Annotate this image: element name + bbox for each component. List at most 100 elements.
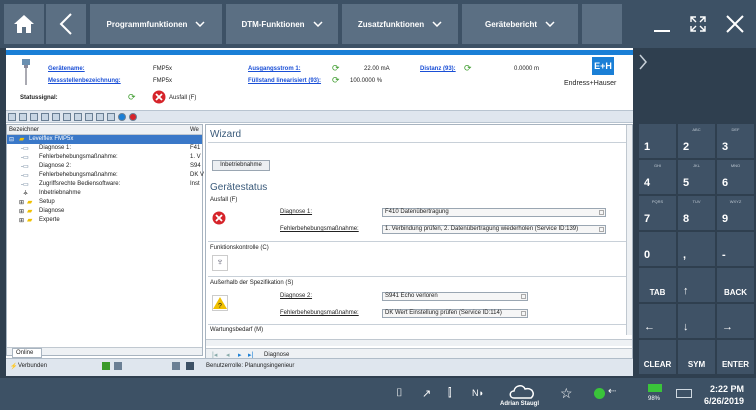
tree-item[interactable]: -▭ Diagnose 1: F41 bbox=[7, 144, 202, 153]
fuellstand-label[interactable]: Füllstand linearisiert (93): bbox=[248, 78, 321, 84]
keypad-key[interactable]: 1 bbox=[639, 124, 676, 158]
chevron-right-icon[interactable] bbox=[638, 54, 648, 70]
refresh-icon[interactable]: ⟳ bbox=[332, 63, 340, 74]
nfc-icon[interactable]: N◗ bbox=[472, 388, 484, 398]
tree-item[interactable]: -▭ Fehlerbehebungsmaßnahme: DK V bbox=[7, 171, 204, 180]
dtm-toolbar bbox=[6, 110, 633, 123]
ausgangsstrom-label[interactable]: Ausgangsstrom 1: bbox=[248, 66, 301, 72]
tree-item[interactable]: -▭ Fehlerbehebungsmaßnahme: 1. V bbox=[7, 153, 202, 162]
content-panel: Wizard Inbetriebnahme Gerätestatus Ausfa… bbox=[205, 124, 633, 372]
keypad-key[interactable]: 0 bbox=[639, 232, 676, 266]
geraetebericht-menu[interactable]: Gerätebericht bbox=[462, 4, 578, 44]
keypad-key[interactable]: - bbox=[717, 232, 754, 266]
key-letters: ABC bbox=[692, 127, 701, 132]
key-letters: PQRS bbox=[651, 199, 664, 204]
toolbar-icon[interactable] bbox=[41, 113, 49, 121]
column-header-wert[interactable]: We bbox=[190, 127, 199, 133]
programmfunktionen-menu[interactable]: Programmfunktionen bbox=[90, 4, 222, 44]
cloud-icon[interactable] bbox=[508, 382, 538, 400]
minimize-button[interactable] bbox=[646, 4, 678, 44]
toolbar-icon[interactable] bbox=[63, 113, 71, 121]
fix2-field[interactable]: DK Wert Einstellung prüfen (Service ID:1… bbox=[382, 309, 528, 318]
onscreen-keypad: 1 ABC 2 DEF 3 GHI 4 JKL 5 MNO 6 PQRS 7 TUV 8 WXYZ 9 0, - TA… bbox=[639, 124, 756, 376]
toolbar-icon[interactable] bbox=[85, 113, 93, 121]
back-button[interactable] bbox=[46, 4, 86, 44]
minimize-icon bbox=[654, 30, 670, 32]
statussignal-label: Statussignal: bbox=[20, 95, 58, 101]
keypad-key[interactable]: , bbox=[678, 232, 715, 266]
keypad-key[interactable]: ↑ bbox=[678, 268, 715, 302]
app-window: { "toolbar":{"programm":"Programmfunktio… bbox=[0, 0, 756, 410]
horizontal-scrollbar[interactable] bbox=[206, 339, 632, 346]
zusatzfunktionen-menu[interactable]: Zusatzfunktionen bbox=[342, 4, 458, 44]
keypad-key[interactable]: TUV 8 bbox=[678, 196, 715, 230]
toolbar-icon[interactable] bbox=[96, 113, 104, 121]
keypad-key[interactable]: ↓ bbox=[678, 304, 715, 338]
tree-item[interactable]: ⊞ ▰ Diagnose bbox=[7, 207, 202, 216]
refresh-icon[interactable]: ⟳ bbox=[464, 63, 472, 74]
keypad-key[interactable]: SYM bbox=[678, 340, 715, 374]
fix2-label[interactable]: Fehlerbehebungsmaßnahme: bbox=[280, 310, 359, 316]
toolbar-icon[interactable] bbox=[52, 113, 60, 121]
distanz-label[interactable]: Distanz (93): bbox=[420, 66, 456, 72]
blank-button[interactable] bbox=[582, 4, 622, 44]
keypad-key[interactable]: → bbox=[717, 304, 754, 338]
keypad-key[interactable]: TAB bbox=[639, 268, 676, 302]
diagnose1-field[interactable]: F410 Datenübertragung bbox=[382, 208, 606, 217]
pen-icon[interactable]: ↗ bbox=[422, 387, 431, 400]
clip-icon[interactable]: ⫿ bbox=[448, 387, 452, 400]
expand-icon bbox=[690, 16, 706, 32]
refresh-icon[interactable]: ⟳ bbox=[128, 92, 136, 103]
fix1-field[interactable]: 1. Verbindung prüfen, 2. Datenübertragun… bbox=[382, 225, 606, 234]
chevron-left-icon bbox=[59, 13, 72, 35]
diagnose2-label[interactable]: Diagnose 2: bbox=[280, 293, 312, 299]
toolbar-icon[interactable] bbox=[8, 113, 16, 121]
diagnose1-label[interactable]: Diagnose 1: bbox=[280, 209, 312, 215]
keypad-key[interactable]: ENTER bbox=[717, 340, 754, 374]
toolbar-icon[interactable] bbox=[30, 113, 38, 121]
star-icon[interactable]: ☆ bbox=[560, 385, 573, 402]
info-icon[interactable] bbox=[118, 113, 126, 121]
usb-icon[interactable]: ⇠ bbox=[608, 386, 616, 397]
keypad-key[interactable]: MNO 6 bbox=[717, 160, 754, 194]
column-header-bezeichner[interactable]: Bezeichner bbox=[9, 127, 39, 133]
messstelle-label[interactable]: Messstellenbezeichnung: bbox=[48, 78, 121, 84]
vertical-scrollbar[interactable] bbox=[626, 125, 632, 335]
maximize-button[interactable] bbox=[682, 4, 714, 44]
inbetriebnahme-button[interactable]: Inbetriebnahme bbox=[212, 160, 270, 171]
dtm-funktionen-menu[interactable]: DTM-Funktionen bbox=[226, 4, 338, 44]
tree-item[interactable]: ⊞ ▰ Setup bbox=[7, 198, 202, 207]
close-button[interactable] bbox=[718, 4, 752, 44]
wartungsbedarf-heading: Wartungsbedarf (M) bbox=[210, 327, 264, 333]
refresh-icon[interactable]: ⟳ bbox=[332, 75, 340, 86]
toolbar-icon[interactable] bbox=[19, 113, 27, 121]
keypad-key[interactable]: GHI 4 bbox=[639, 160, 676, 194]
keypad-key[interactable]: CLEAR bbox=[639, 340, 676, 374]
tree-item[interactable]: -▭ Zugriffsrechte Bediensoftware: Inst bbox=[7, 180, 202, 189]
tree-item[interactable]: ⚶ Inbetriebnahme bbox=[7, 189, 202, 198]
camera-icon[interactable]: ⌷ bbox=[396, 387, 403, 400]
taskbar: ⌷ ↗ ⫿ N◗ Adrian Staugl ☆ ⇠ 98% 2:22 PM 6… bbox=[0, 378, 756, 410]
fix1-label[interactable]: Fehlerbehebungsmaßnahme: bbox=[280, 226, 359, 232]
diagnose2-field[interactable]: S941 Echo verloren bbox=[382, 292, 528, 301]
geraetename-label[interactable]: Gerätename: bbox=[48, 66, 85, 72]
online-tab[interactable]: Online bbox=[12, 348, 42, 358]
tree-item[interactable]: ⊞ ▰ Experte bbox=[7, 216, 202, 225]
tree-item-root[interactable]: ⊟ ▰ Levelflex FMP5x bbox=[7, 135, 202, 144]
keypad-key[interactable]: ← bbox=[639, 304, 676, 338]
help-icon[interactable] bbox=[129, 113, 137, 121]
keypad-key[interactable]: JKL 5 bbox=[678, 160, 715, 194]
accent-bar bbox=[6, 50, 633, 55]
keypad-key[interactable]: BACK bbox=[717, 268, 754, 302]
toolbar-icon[interactable] bbox=[74, 113, 82, 121]
toolbar-icon[interactable] bbox=[107, 113, 115, 121]
keyboard-icon[interactable] bbox=[676, 389, 692, 398]
key-label: 1 bbox=[644, 141, 651, 153]
keypad-key[interactable]: PQRS 7 bbox=[639, 196, 676, 230]
tree-item[interactable]: -▭ Diagnose 2: S94 bbox=[7, 162, 202, 171]
home-button[interactable] bbox=[4, 4, 44, 44]
keypad-key[interactable]: WXYZ 9 bbox=[717, 196, 754, 230]
keypad-key[interactable]: ABC 2 bbox=[678, 124, 715, 158]
keypad-key[interactable]: DEF 3 bbox=[717, 124, 754, 158]
divider bbox=[208, 241, 626, 242]
